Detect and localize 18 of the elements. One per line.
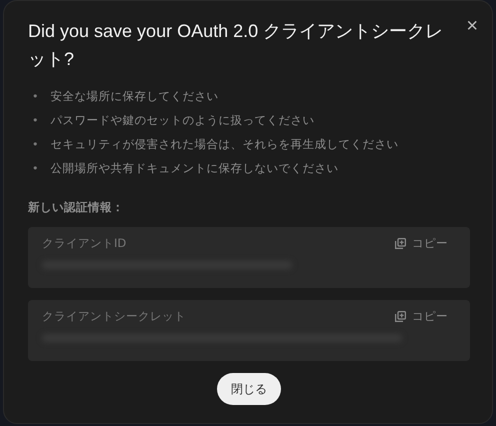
copy-button[interactable]: コピー (395, 236, 448, 251)
credential-label: クライアントシークレット (42, 309, 186, 324)
bullet-item: パスワードや鍵のセットのように扱ってください (50, 112, 314, 129)
dialog-title: Did you save your OAuth 2.0 クライアントシークレット? (28, 20, 444, 71)
bullet-item: 公開場所や共有ドキュメントに保存しないでください (50, 160, 338, 177)
copy-icon (395, 311, 406, 322)
bullet-marker: • (32, 161, 38, 177)
bullet-marker: • (32, 137, 38, 153)
bullet-marker: • (32, 113, 38, 129)
bullet-item: 安全な場所に保存してください (50, 88, 218, 105)
close-dialog-button[interactable]: 閉じる (217, 373, 281, 405)
copy-button[interactable]: コピー (395, 309, 448, 324)
credential-label: クライアントID (42, 236, 126, 251)
section-label: 新しい認証情報： (28, 200, 125, 215)
copy-icon (395, 238, 406, 249)
close-button[interactable]: × (466, 15, 478, 37)
bullet-item: セキュリティが侵害された場合は、それらを再生成してください (50, 136, 398, 153)
bullet-marker: • (32, 89, 38, 105)
